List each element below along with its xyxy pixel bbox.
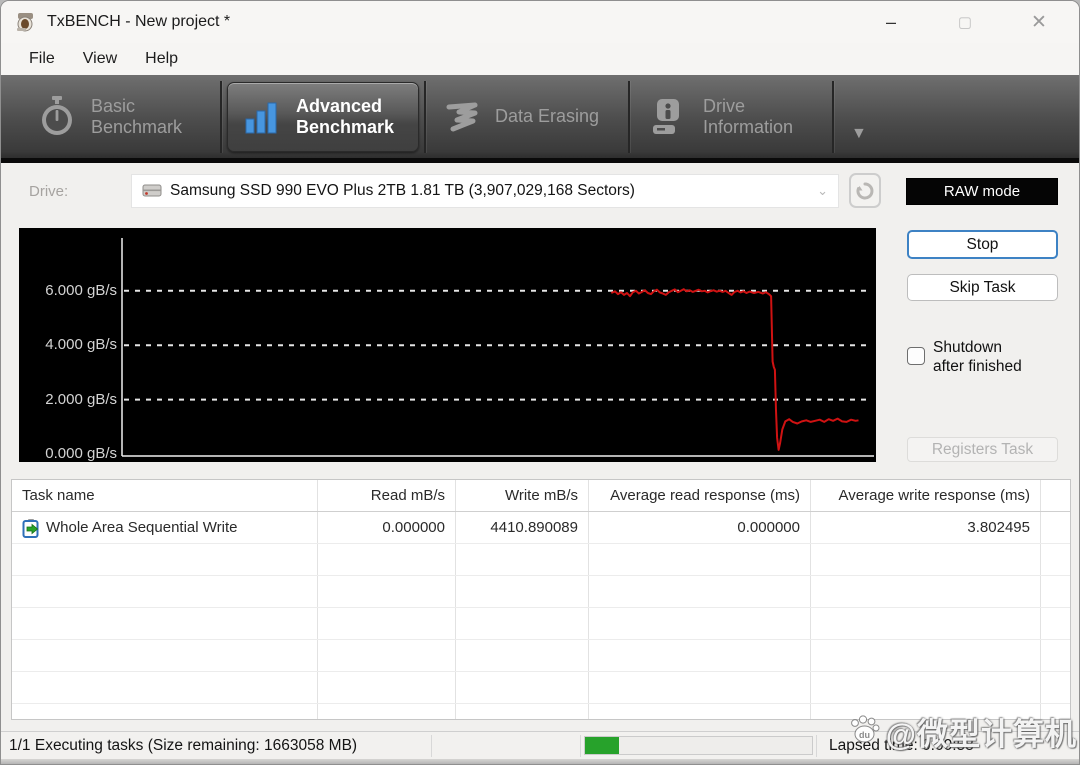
table-header-row: Task name Read mB/s Write mB/s Average r… — [12, 480, 1070, 512]
tab-label: Advanced Benchmark — [296, 95, 395, 137]
empty-table-row — [12, 640, 1070, 672]
registers-task-button: Registers Task — [907, 437, 1058, 462]
tab-separator — [424, 80, 426, 153]
chart-canvas — [121, 238, 874, 457]
status-separator — [580, 734, 581, 757]
tab-bar: Basic Benchmark Advanced Benchmark Data … — [1, 75, 1079, 163]
progress-fill — [585, 737, 620, 754]
write-cell: 4410.890089 — [456, 512, 589, 543]
tab-label: Basic Benchmark — [91, 95, 183, 137]
tab-basic-benchmark[interactable]: Basic Benchmark — [23, 82, 215, 152]
empty-table-row — [12, 608, 1070, 640]
menu-view[interactable]: View — [69, 46, 131, 72]
col-task-name[interactable]: Task name — [12, 480, 318, 511]
drive-value: Samsung SSD 990 EVO Plus 2TB 1.81 TB (3,… — [170, 182, 635, 199]
tab-advanced-benchmark[interactable]: Advanced Benchmark — [227, 81, 419, 152]
empty-table-row — [12, 576, 1070, 608]
app-window: TxBENCH - New project * – ▢ ✕ File View … — [0, 0, 1080, 765]
tab-drive-information[interactable]: Drive Information — [635, 82, 827, 152]
tab-separator — [832, 80, 834, 153]
tab-label: Drive Information — [703, 95, 794, 137]
refresh-drives-button[interactable] — [849, 173, 881, 208]
col-write[interactable]: Write mB/s — [456, 480, 589, 511]
table-row[interactable]: Whole Area Sequential Write 0.000000 441… — [12, 512, 1070, 544]
minimize-button[interactable]: – — [869, 6, 913, 38]
title-bar: TxBENCH - New project * – ▢ ✕ — [1, 1, 1079, 43]
chart-ytick-label: 6.000 gB/s — [45, 281, 117, 299]
skip-task-button[interactable]: Skip Task — [907, 274, 1058, 301]
empty-table-row — [12, 544, 1070, 576]
drive-select[interactable]: Samsung SSD 990 EVO Plus 2TB 1.81 TB (3,… — [131, 174, 839, 208]
status-separator — [431, 734, 432, 757]
tab-overflow-arrow-icon[interactable]: ▼ — [851, 125, 867, 143]
chart-ytick-label: 2.000 gB/s — [45, 390, 117, 408]
maximize-button[interactable]: ▢ — [943, 6, 987, 38]
shutdown-option: Shutdown after finished — [907, 338, 1022, 376]
drive-info-icon — [653, 98, 679, 134]
menu-file[interactable]: File — [15, 46, 69, 72]
task-running-icon — [22, 518, 39, 538]
app-logo-icon — [17, 13, 33, 32]
stop-button[interactable]: Stop — [907, 230, 1058, 259]
tab-separator — [628, 80, 630, 153]
progress-bar — [584, 736, 813, 755]
task-table: Task name Read mB/s Write mB/s Average r… — [11, 479, 1071, 720]
stopwatch-icon — [42, 95, 72, 135]
read-cell: 0.000000 — [318, 512, 456, 543]
window-title: TxBENCH - New project * — [47, 13, 231, 30]
lapsed-time-text: Lapsed time: 0:00:58 — [829, 736, 974, 754]
refresh-icon — [856, 182, 874, 199]
tab-label: Data Erasing — [495, 106, 600, 126]
drive-row: Drive: Samsung SSD 990 EVO Plus 2TB 1.81… — [1, 171, 1079, 215]
avg-read-cell: 0.000000 — [589, 512, 811, 543]
eraser-icon — [446, 102, 478, 131]
task-name-cell: Whole Area Sequential Write — [12, 512, 318, 543]
col-avg-read-response[interactable]: Average read response (ms) — [589, 480, 811, 511]
raw-mode-button[interactable]: RAW mode — [906, 178, 1058, 205]
tab-separator — [220, 80, 222, 153]
status-bar: 1/1 Executing tasks (Size remaining: 166… — [1, 731, 1079, 759]
drive-label: Drive: — [29, 183, 69, 200]
window-bottom-edge — [1, 759, 1079, 764]
shutdown-checkbox[interactable] — [907, 347, 925, 365]
empty-table-row — [12, 672, 1070, 704]
throughput-chart: 6.000 gB/s 4.000 gB/s 2.000 gB/s 0.000 gB/s — [19, 228, 876, 462]
ssd-icon — [142, 184, 162, 197]
shutdown-label: Shutdown after finished — [933, 339, 1022, 375]
col-avg-write-response[interactable]: Average write response (ms) — [811, 480, 1041, 511]
chevron-down-icon[interactable]: ⌄ — [817, 183, 828, 199]
chart-ytick-label: 0.000 gB/s — [45, 445, 117, 462]
empty-table-row — [12, 704, 1070, 719]
bar-chart-icon — [245, 102, 277, 133]
close-button[interactable]: ✕ — [1017, 6, 1061, 38]
menu-help[interactable]: Help — [131, 46, 192, 72]
chart-ytick-label: 4.000 gB/s — [45, 336, 117, 354]
status-executing-text: 1/1 Executing tasks (Size remaining: 166… — [9, 736, 358, 754]
menu-bar: File View Help — [1, 43, 1079, 75]
tab-data-erasing[interactable]: Data Erasing — [431, 82, 623, 152]
col-read[interactable]: Read mB/s — [318, 480, 456, 511]
avg-write-cell: 3.802495 — [811, 512, 1041, 543]
